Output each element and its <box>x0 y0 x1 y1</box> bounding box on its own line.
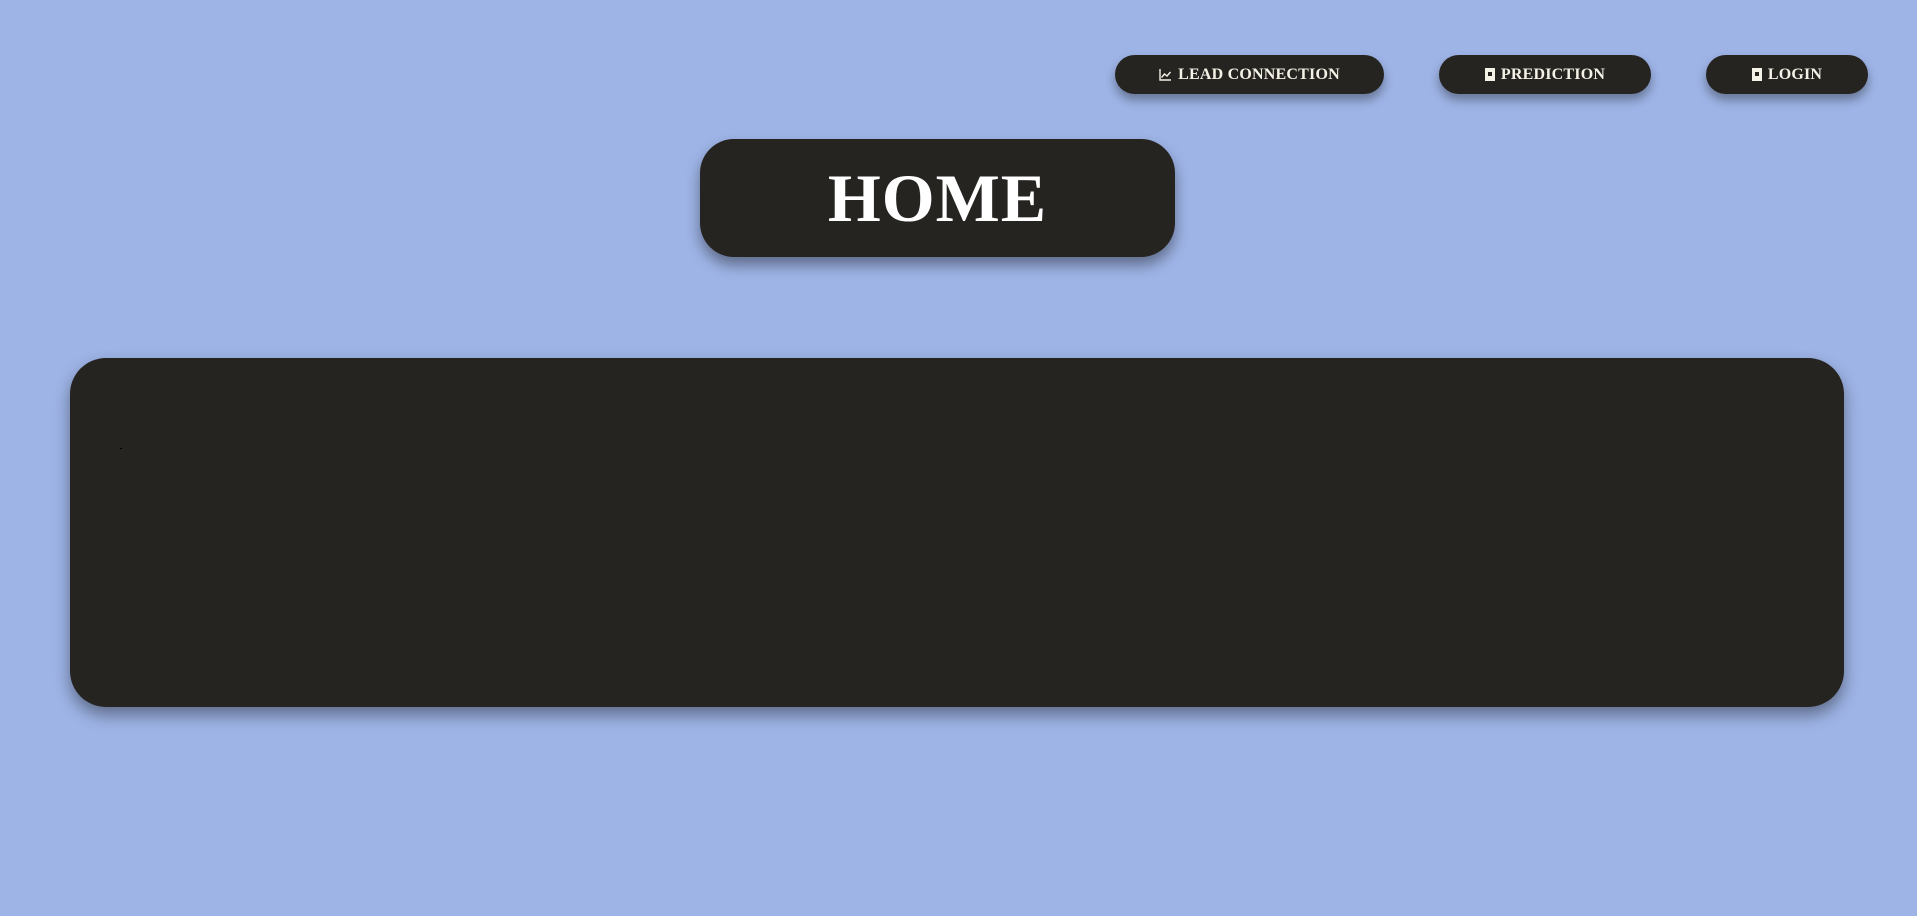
lead-connection-button[interactable]: LEAD CONNECTION <box>1115 55 1384 94</box>
document-icon <box>1484 68 1495 81</box>
login-button[interactable]: LOGIN <box>1706 55 1868 94</box>
content-panel <box>70 358 1844 707</box>
login-label: LOGIN <box>1767 65 1823 83</box>
lead-connection-label: LEAD CONNECTION <box>1178 65 1340 83</box>
panel-dot <box>120 448 122 449</box>
prediction-label: PREDICTION <box>1500 65 1606 83</box>
prediction-button[interactable]: PREDICTION <box>1439 55 1651 94</box>
chart-line-icon <box>1159 68 1172 81</box>
page-title-box: HOME <box>700 139 1175 257</box>
page-title: HOME <box>827 160 1048 236</box>
document-icon <box>1751 68 1762 81</box>
